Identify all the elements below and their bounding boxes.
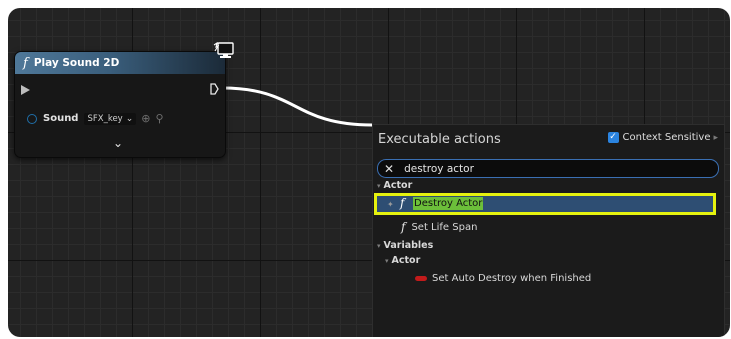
expand-icon[interactable]: ⌄ xyxy=(113,136,123,150)
collapse-triangle-icon[interactable]: ▾ xyxy=(385,257,389,265)
function-icon: f xyxy=(401,220,406,234)
category-actor[interactable]: ▾ Actor xyxy=(377,180,412,191)
play-sound-2d-node[interactable]: f Play Sound 2D Sound SFX_key ⌄ ⊕ ⚲ ⌄ xyxy=(14,51,226,158)
use-selected-icon[interactable]: ⊕ xyxy=(141,112,150,125)
search-input[interactable]: ✕ destroy actor xyxy=(377,159,719,178)
sound-asset-value: SFX_key xyxy=(87,113,123,124)
boolean-variable-icon xyxy=(415,276,427,281)
browse-icon[interactable]: ⚲ xyxy=(155,112,163,125)
executable-actions-menu: Executable actions ✓ Context Sensitive ▸… xyxy=(372,124,725,337)
object-pin-icon[interactable] xyxy=(27,113,37,124)
function-icon: f xyxy=(23,55,28,71)
collapse-triangle-icon[interactable]: ▾ xyxy=(377,182,381,190)
list-item-set-auto-destroy[interactable]: Set Auto Destroy when Finished xyxy=(415,273,591,284)
sound-pin-row: Sound SFX_key ⌄ ⊕ ⚲ xyxy=(27,112,164,125)
list-item-label: Set Auto Destroy when Finished xyxy=(432,273,592,284)
category-variables-actor[interactable]: ▾ Actor xyxy=(385,255,420,266)
monitor-icon xyxy=(213,42,234,58)
menu-header: Executable actions ✓ Context Sensitive ▸ xyxy=(378,129,718,149)
function-icon: f xyxy=(400,196,405,210)
list-item-label: Destroy Actor xyxy=(413,197,484,210)
list-item-destroy-actor[interactable]: ✦ f Destroy Actor xyxy=(374,193,716,215)
node-title: Play Sound 2D xyxy=(33,57,120,69)
category-label: Actor xyxy=(383,180,413,191)
checkbox-checked-icon[interactable]: ✓ xyxy=(607,132,619,143)
category-label: Variables xyxy=(383,240,434,251)
menu-title: Executable actions xyxy=(378,131,501,147)
sound-asset-dropdown[interactable]: SFX_key ⌄ xyxy=(84,112,137,125)
list-item-label: Set Life Span xyxy=(411,221,478,233)
exec-in-pin-icon[interactable] xyxy=(21,85,30,95)
search-value[interactable]: destroy actor xyxy=(404,163,474,175)
favorite-star-icon[interactable]: ✦ xyxy=(387,200,394,209)
context-sensitive-label: Context Sensitive xyxy=(622,132,711,143)
exec-out-pin-icon[interactable] xyxy=(210,83,219,95)
category-variables[interactable]: ▾ Variables xyxy=(377,240,433,251)
sound-pin-label: Sound xyxy=(43,113,79,124)
chevron-right-icon[interactable]: ▸ xyxy=(713,133,718,143)
category-label: Actor xyxy=(391,255,421,266)
list-item-set-life-span[interactable]: f Set Life Span xyxy=(401,220,477,234)
context-sensitive-toggle[interactable]: ✓ Context Sensitive ▸ xyxy=(607,132,718,143)
chevron-down-icon: ⌄ xyxy=(125,113,134,124)
close-icon[interactable]: ✕ xyxy=(384,162,394,176)
blueprint-graph-canvas[interactable]: f Play Sound 2D Sound SFX_key ⌄ ⊕ ⚲ ⌄ Ex… xyxy=(8,8,730,337)
node-header[interactable]: f Play Sound 2D xyxy=(15,52,225,74)
collapse-triangle-icon[interactable]: ▾ xyxy=(377,242,381,250)
